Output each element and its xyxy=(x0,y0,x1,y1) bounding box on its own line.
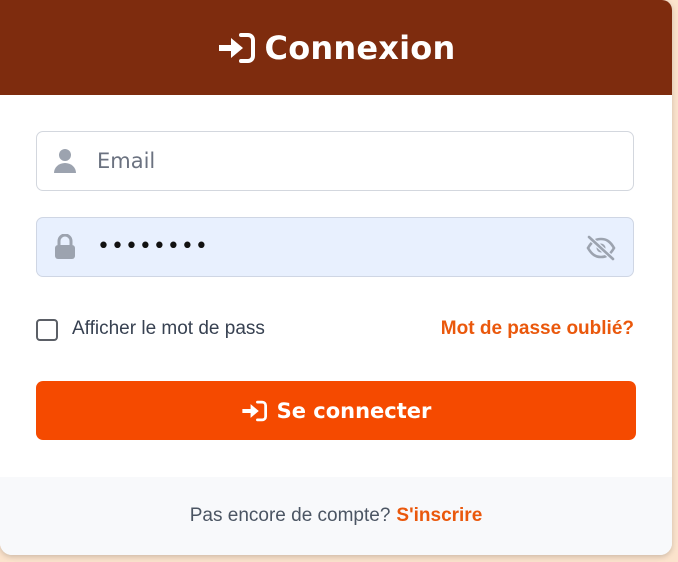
show-password-checkbox[interactable] xyxy=(36,319,58,341)
email-field[interactable]: Email xyxy=(36,131,634,191)
lock-icon xyxy=(55,234,75,259)
password-value: •••••••• xyxy=(97,234,209,259)
email-placeholder: Email xyxy=(97,149,156,173)
forgot-password-link[interactable]: Mot de passe oublié? xyxy=(441,318,634,340)
login-card: Connexion Email •••••••• Afficher le mot… xyxy=(0,0,672,555)
eye-slash-icon[interactable] xyxy=(585,235,617,261)
page-title: Connexion xyxy=(264,28,456,67)
signup-footer: Pas encore de compte? S'inscrire xyxy=(0,477,672,555)
show-password-label[interactable]: Afficher le mot de pass xyxy=(72,318,265,340)
login-button-label: Se connecter xyxy=(276,398,432,423)
signup-question: Pas encore de compte? xyxy=(189,505,391,526)
login-header: Connexion xyxy=(0,0,672,95)
sign-in-icon xyxy=(241,400,267,421)
login-button[interactable]: Se connecter xyxy=(36,381,636,440)
password-field[interactable]: •••••••• xyxy=(36,217,634,277)
signup-link[interactable]: S'inscrire xyxy=(396,505,482,527)
user-icon xyxy=(54,149,76,173)
sign-in-icon xyxy=(218,32,255,63)
